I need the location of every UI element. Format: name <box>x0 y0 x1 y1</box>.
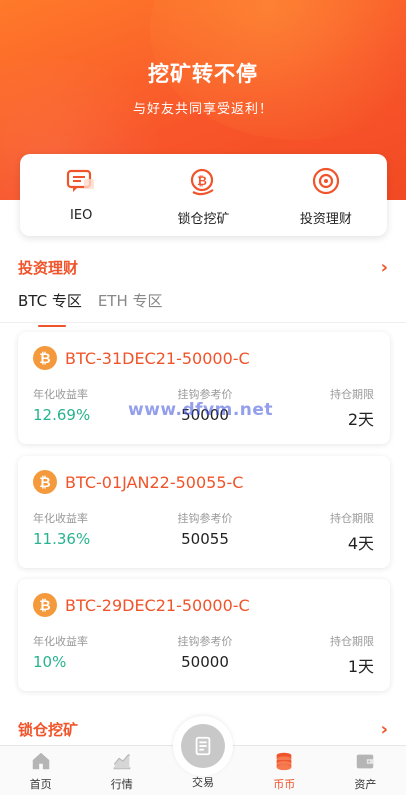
section-title: 投资理财 <box>18 258 79 277</box>
target-icon <box>312 167 339 195</box>
price-value: 50055 <box>181 530 229 548</box>
chat-icon <box>67 169 95 192</box>
term-label: 持仓期限 <box>330 388 374 401</box>
chevron-right-icon[interactable]: › <box>381 719 388 740</box>
term-value: 4天 <box>347 534 374 553</box>
product-name: BTC-29DEC21-50000-C <box>65 595 250 615</box>
section-title: 锁仓挖矿 <box>18 720 79 739</box>
tab-btc-zone[interactable]: BTC 专区 <box>18 290 82 327</box>
quick-item-label: 锁仓挖矿 <box>177 212 230 227</box>
watermark: www.dfvm.net <box>128 400 274 420</box>
rate-value: 11.36% <box>33 530 91 548</box>
chart-icon <box>113 753 131 770</box>
chevron-right-icon[interactable]: › <box>381 257 388 278</box>
hero-title: 挖矿转不停 <box>148 62 258 86</box>
wallet-icon <box>357 754 374 769</box>
quick-menu: IEO ₿ 锁仓挖矿 投资理财 <box>20 154 387 236</box>
product-card[interactable]: ₿ BTC-31DEC21-50000-C 年化收益率 挂钩参考价 持仓期限 1… <box>18 332 390 444</box>
quick-item-invest[interactable]: 投资理财 <box>265 154 387 236</box>
rate-label: 年化收益率 <box>33 388 88 401</box>
trade-icon <box>195 736 211 756</box>
tab-market[interactable]: 行情 <box>81 746 162 795</box>
product-card[interactable]: ₿ BTC-01JAN22-50055-C 年化收益率 挂钩参考价 持仓期限 1… <box>18 456 390 568</box>
price-value: 50000 <box>181 653 229 671</box>
coins-icon <box>276 752 292 771</box>
tab-label: 首页 <box>29 778 52 791</box>
trade-center-button[interactable] <box>173 716 233 776</box>
product-name: BTC-01JAN22-50055-C <box>65 472 244 492</box>
term-value: 2天 <box>347 410 374 429</box>
term-label: 持仓期限 <box>330 512 374 525</box>
svg-text:₿: ₿ <box>198 174 208 188</box>
bitcoin-icon: ₿ <box>33 593 57 617</box>
price-label: 挂钩参考价 <box>177 635 233 648</box>
tab-eth-zone[interactable]: ETH 专区 <box>98 290 163 323</box>
product-card[interactable]: ₿ BTC-29DEC21-50000-C 年化收益率 挂钩参考价 持仓期限 1… <box>18 579 390 691</box>
tab-coin[interactable]: 币币 <box>244 746 325 795</box>
bitcoin-icon: ₿ <box>33 346 57 370</box>
price-label: 挂钩参考价 <box>177 512 233 525</box>
invest-section-header[interactable]: 投资理财 › <box>18 255 388 279</box>
home-icon <box>32 752 49 770</box>
quick-item-label: 投资理财 <box>299 212 352 227</box>
lock-coin-icon: ₿ <box>191 168 215 196</box>
quick-item-label: IEO <box>70 208 93 223</box>
rate-label: 年化收益率 <box>33 512 88 525</box>
zone-tabs: BTC 专区 ETH 专区 <box>18 290 163 327</box>
tab-label: 资产 <box>354 778 377 791</box>
term-value: 1天 <box>347 657 374 676</box>
bitcoin-icon: ₿ <box>33 470 57 494</box>
hero-subtitle: 与好友共同享受返利！ <box>132 102 273 117</box>
divider <box>0 322 406 323</box>
tab-assets[interactable]: 资产 <box>325 746 406 795</box>
tab-label-trade[interactable]: 交易 <box>173 774 233 790</box>
rate-value: 10% <box>33 653 67 671</box>
quick-item-lock-mining[interactable]: ₿ 锁仓挖矿 <box>142 154 264 236</box>
rate-label: 年化收益率 <box>33 635 88 648</box>
quick-item-ieo[interactable]: IEO <box>20 154 142 236</box>
tab-label: 币币 <box>273 778 296 791</box>
tab-home[interactable]: 首页 <box>0 746 81 795</box>
product-name: BTC-31DEC21-50000-C <box>65 348 250 368</box>
tab-label: 行情 <box>110 778 133 791</box>
term-label: 持仓期限 <box>330 635 374 648</box>
rate-value: 12.69% <box>33 406 91 424</box>
